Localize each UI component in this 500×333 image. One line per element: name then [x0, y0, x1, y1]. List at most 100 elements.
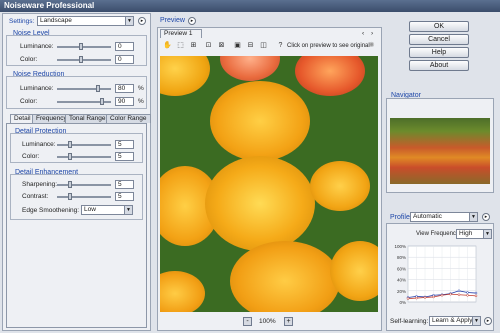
zoom-in-button[interactable]: + [284, 317, 293, 326]
noise-reduction-luminance-slider[interactable] [57, 88, 111, 90]
chevron-down-icon: ▼ [124, 206, 132, 214]
help-icon: ? [278, 42, 283, 49]
ok-button[interactable]: OK [409, 21, 469, 32]
single-view-icon[interactable]: ▣ [233, 42, 242, 50]
settings-select[interactable]: Landscape ▼ [37, 16, 134, 26]
chart-point [474, 291, 478, 295]
noise-level-luminance-field[interactable]: 0 [115, 42, 134, 51]
chevron-down-icon: ▼ [483, 230, 491, 238]
settings-value: Landscape [40, 17, 72, 24]
about-button[interactable]: About [409, 60, 469, 71]
profile-select[interactable]: Automatic ▼ [410, 212, 478, 222]
chart-point [474, 294, 478, 298]
flower [160, 271, 205, 312]
sun-icon[interactable]: ✺ [367, 42, 376, 50]
contrast-thumb[interactable] [68, 193, 72, 200]
chart-point [466, 291, 469, 294]
chevron-down-icon: ▼ [469, 213, 477, 221]
profile-chart: 100% 80% 60% 40% 20% 0% [394, 244, 478, 305]
chart-ytick-label: 100% [394, 244, 406, 249]
sharpening-slider[interactable] [57, 184, 111, 186]
noise-level-color-field[interactable]: 0 [115, 55, 134, 64]
chart-point [457, 293, 461, 296]
zoom-out-button[interactable]: - [243, 317, 252, 326]
zoom-level: 100% [259, 318, 276, 325]
contrast-slider[interactable] [57, 196, 111, 198]
sharpening-thumb[interactable] [68, 181, 72, 188]
tab-preview-1[interactable]: Preview 1 [160, 29, 202, 38]
preview-hint: Click on preview to see original [287, 43, 370, 49]
detail-protection-color-thumb[interactable] [68, 153, 72, 160]
sharpening-field[interactable]: 5 [115, 180, 134, 189]
navigator-thumbnail[interactable] [390, 118, 490, 184]
edge-smoothening-value: Low [84, 206, 96, 213]
noise-level-color-label: Color: [20, 56, 38, 63]
chart-point [449, 292, 452, 296]
marquee-icon[interactable]: ⬚ [176, 42, 185, 50]
help-button[interactable]: Help [409, 47, 469, 58]
hand-icon[interactable]: ✋ [163, 42, 172, 50]
noise-reduction-luminance-label: Luminance: [20, 85, 54, 92]
self-learning-label: Self-learning: [390, 318, 429, 325]
tab-detail[interactable]: Detail [10, 114, 35, 123]
contrast-label: Contrast: [22, 193, 49, 200]
noise-reduction-color-label: Color: [20, 98, 38, 105]
percent-unit: % [138, 98, 144, 105]
self-learning-menu-button[interactable]: ▸ [484, 317, 492, 325]
split-horizontal-icon[interactable]: ⊟ [246, 42, 255, 50]
noise-reduction-luminance-thumb[interactable] [96, 85, 100, 92]
sharpening-label: Sharpening: [22, 181, 58, 188]
self-learning-select[interactable]: Learn & Apply ▼ [429, 316, 481, 326]
settings-label: Settings: [9, 18, 35, 25]
cancel-button[interactable]: Cancel [409, 34, 469, 45]
noise-level-color-slider[interactable] [57, 59, 111, 61]
preview-image[interactable] [160, 56, 378, 312]
edge-smoothening-select[interactable]: Low ▼ [81, 205, 133, 215]
crop-icon[interactable]: ⊞ [189, 42, 198, 50]
detail-protection-luminance-slider[interactable] [57, 144, 111, 146]
chart-ytick-label: 80% [397, 255, 406, 260]
tab-color-range[interactable]: Color Range [106, 114, 151, 123]
profile-menu-button[interactable]: ▸ [482, 213, 490, 221]
flower [205, 156, 315, 251]
settings-menu-button[interactable]: ▸ [138, 17, 146, 25]
noise-level-luminance-label: Luminance: [20, 43, 54, 50]
chart-ytick-label: 0% [399, 300, 406, 305]
percent-unit: % [138, 85, 144, 92]
zoom-actual-icon[interactable]: ⊠ [217, 42, 226, 50]
chart-point [432, 295, 435, 299]
chart-point [440, 294, 444, 297]
chevron-down-icon: ▼ [472, 317, 480, 325]
flower [310, 161, 370, 211]
flower [230, 241, 340, 312]
noise-level-color-thumb[interactable] [79, 56, 83, 63]
contrast-field[interactable]: 5 [115, 192, 134, 201]
detail-protection-luminance-field[interactable]: 5 [115, 140, 134, 149]
tab-nav-right-icon[interactable]: › [371, 30, 373, 37]
noise-reduction-luminance-field[interactable]: 80 [115, 84, 134, 93]
edge-smoothening-label: Edge Smoothening: [22, 207, 80, 214]
flower [295, 56, 365, 96]
profile-value: Automatic [413, 213, 442, 220]
noise-level-luminance-slider[interactable] [57, 46, 111, 48]
chevron-down-icon: ▼ [125, 17, 133, 25]
tab-tonal-range[interactable]: Tonal Range [65, 114, 110, 123]
self-learning-value: Learn & Apply [432, 317, 473, 324]
detail-protection-color-field[interactable]: 5 [115, 152, 134, 161]
noise-level-luminance-thumb[interactable] [79, 43, 83, 50]
split-vertical-icon[interactable]: ◫ [259, 42, 268, 50]
detail-protection-luminance-thumb[interactable] [68, 141, 72, 148]
tab-nav-left-icon[interactable]: ‹ [362, 30, 364, 37]
chart-ytick-label: 60% [397, 266, 406, 271]
profile-label: Profile: [390, 214, 412, 221]
chart-ytick-label: 40% [397, 278, 406, 283]
zoom-fit-icon[interactable]: ⊡ [204, 42, 213, 50]
detail-protection-color-slider[interactable] [57, 156, 111, 158]
noise-reduction-color-field[interactable]: 90 [115, 97, 134, 106]
flower [210, 81, 310, 161]
view-frequency-select[interactable]: High ▼ [456, 229, 492, 239]
preview-menu-button[interactable]: ▸ [188, 17, 196, 25]
noise-reduction-color-thumb[interactable] [100, 98, 104, 105]
flower [160, 56, 210, 96]
chart-point [457, 289, 461, 293]
